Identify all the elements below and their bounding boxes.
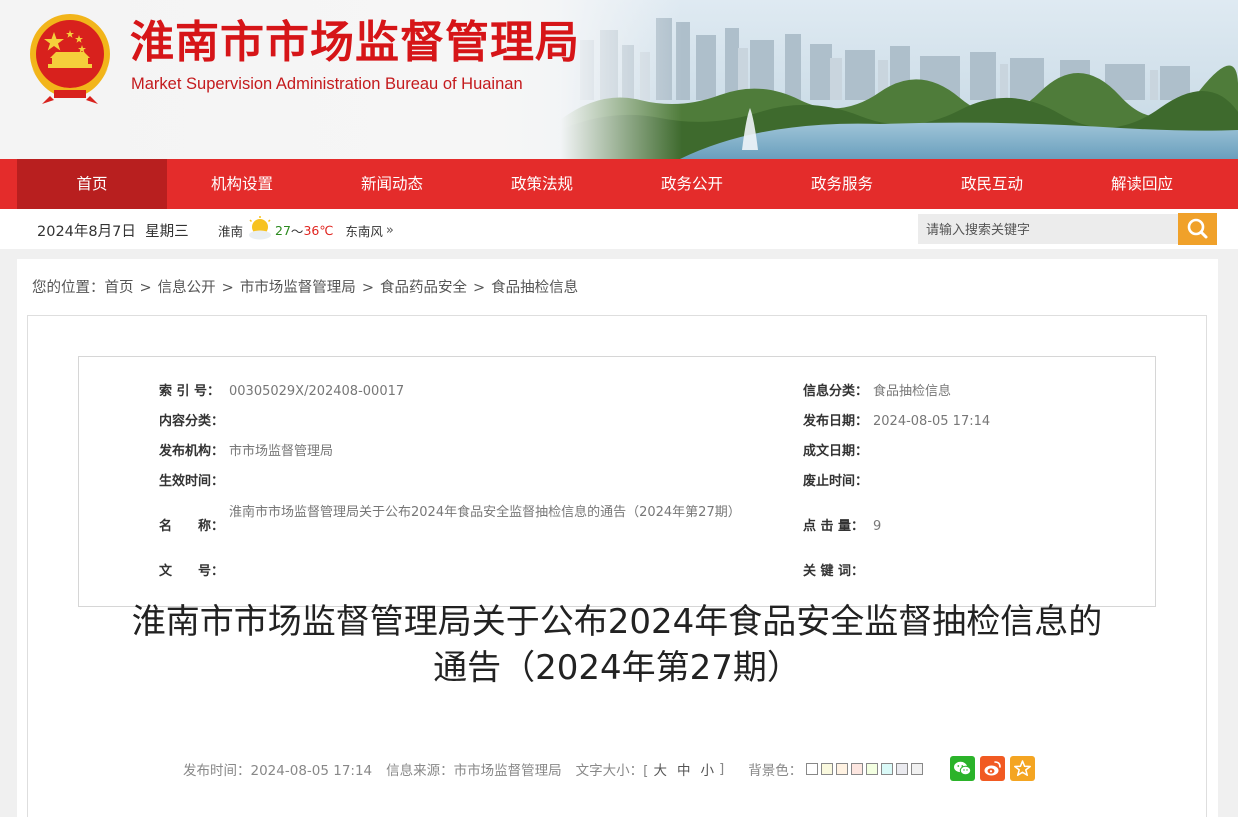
article-title-line2: 通告（2024年第27期） [433, 648, 801, 688]
meta-docno-label: 文 号： [159, 564, 225, 579]
meta-effective-label: 生效时间： [159, 474, 225, 489]
bg-swatch-7[interactable] [896, 762, 909, 775]
temp-separator: ～ [290, 224, 304, 239]
info-bar: 2024年8月7日 星期三 淮南 27 ～ 36℃ 东南风 » [0, 209, 1238, 249]
share-wechat-button[interactable] [950, 756, 976, 781]
weather-city: 淮南 [218, 224, 244, 239]
bg-swatch-2[interactable] [821, 762, 834, 775]
bg-swatch-1[interactable] [806, 762, 819, 775]
wechat-icon [954, 761, 972, 776]
font-size-close: ] [718, 760, 725, 777]
content-panel: 您的位置：首页 > 信息公开 > 市市场监督管理局 > 食品药品安全 > 食品抽检信息 索 引 … [17, 259, 1218, 817]
nav-item-home[interactable]: 首页 [17, 159, 167, 209]
meta-clicks-label: 点 击 量： [803, 519, 865, 534]
breadcrumb-separator: > [361, 280, 374, 296]
article-container: 索 引 号： 00305029X/202408-00017 信息分类： 食品抽检… [27, 315, 1207, 817]
sunny-cloud-icon [249, 215, 272, 239]
breadcrumb-separator: > [221, 280, 234, 296]
temp-low: 27 [275, 223, 291, 238]
font-size-label: 文字大小：[ [575, 762, 649, 779]
pub-source: 信息来源：市市场监督管理局 [386, 762, 562, 779]
breadcrumb: 您的位置：首页 > 信息公开 > 市市场监督管理局 > 食品药品安全 > 食品抽检信息 [32, 276, 578, 297]
meta-name-value: 淮南市市场监督管理局关于公布2024年食品安全监督抽检信息的通告（2024年第2… [229, 505, 741, 520]
search-button[interactable] [1178, 213, 1217, 245]
breadcrumb-separator: > [472, 280, 486, 296]
star-icon [1014, 760, 1032, 777]
nav-item-policy[interactable]: 政策法规 [467, 159, 617, 209]
meta-clicks-value: 9 [873, 519, 882, 534]
weekday-text: 星期三 [145, 224, 189, 240]
article-title: 淮南市市场监督管理局关于公布2024年食品安全监督抽检信息的 通告（2024年第… [28, 599, 1206, 691]
share-weibo-button[interactable] [980, 756, 1006, 781]
bg-swatch-6[interactable] [881, 762, 894, 775]
national-emblem-icon [30, 14, 110, 104]
bg-swatch-3[interactable] [836, 762, 849, 775]
meta-index-value: 00305029X/202408-00017 [229, 384, 405, 399]
breadcrumb-bureau[interactable]: 市市场监督管理局 [240, 280, 356, 296]
breadcrumb-info-open[interactable]: 信息公开 [158, 280, 216, 296]
wind-direction: 东南风 [345, 224, 383, 239]
meta-content-label: 内容分类： [159, 414, 225, 429]
site-title-cn: 淮南市市场监督管理局 [130, 17, 580, 68]
metadata-table: 索 引 号： 00305029X/202408-00017 信息分类： 食品抽检… [78, 356, 1156, 607]
city-skyline-icon [560, 0, 1238, 159]
pub-time: 发布时间：2024-08-05 17:14 [183, 762, 373, 779]
meta-name-label: 名 称： [159, 519, 225, 534]
nav-item-interaction[interactable]: 政民互动 [917, 159, 1067, 209]
meta-keywords-label: 关 键 词： [803, 564, 865, 579]
share-favorite-button[interactable] [1010, 756, 1036, 781]
article-title-line1: 淮南市市场监督管理局关于公布2024年食品安全监督抽检信息的 [131, 602, 1103, 642]
breadcrumb-separator: > [139, 280, 152, 296]
bg-color-swatches [806, 762, 926, 775]
current-date: 2024年8月7日 星期三 [37, 220, 189, 241]
bg-swatch-5[interactable] [866, 762, 879, 775]
meta-category-value: 食品抽检信息 [873, 384, 952, 399]
weather-more-icon[interactable]: » [386, 223, 394, 238]
font-size-small[interactable]: 小 [700, 759, 714, 779]
publication-bar: 发布时间：2024-08-05 17:14 信息来源：市市场监督管理局 文字大小… [183, 756, 1036, 781]
nav-item-interpretation[interactable]: 解读回应 [1067, 159, 1217, 209]
meta-org-label: 发布机构： [159, 444, 225, 459]
nav-item-gov-service[interactable]: 政务服务 [767, 159, 917, 209]
bg-swatch-4[interactable] [851, 762, 864, 775]
font-size-medium[interactable]: 中 [677, 759, 691, 779]
meta-expire-label: 废止时间： [803, 474, 869, 489]
bg-color-label: 背景色： [748, 762, 803, 779]
font-size-large[interactable]: 大 [653, 759, 667, 779]
meta-pubdate-value: 2024-08-05 17:14 [873, 414, 991, 429]
temp-high: 36℃ [303, 223, 334, 238]
nav-item-organization[interactable]: 机构设置 [167, 159, 317, 209]
date-text: 2024年8月7日 [37, 224, 136, 240]
breadcrumb-home[interactable]: 首页 [105, 280, 134, 296]
weather-widget[interactable]: 淮南 27 ～ 36℃ 东南风 » [218, 215, 394, 240]
site-title-en: Market Supervision Administration Bureau… [131, 75, 523, 93]
meta-written-label: 成文日期： [803, 444, 869, 459]
meta-category-label: 信息分类： [803, 384, 869, 399]
meta-org-value: 市市场监督管理局 [229, 444, 334, 459]
search-icon [1187, 218, 1208, 239]
main-nav: 首页 机构设置 新闻动态 政策法规 政务公开 政务服务 政民互动 解读回应 [0, 159, 1238, 209]
search-input[interactable] [918, 214, 1178, 244]
nav-item-gov-open[interactable]: 政务公开 [617, 159, 767, 209]
breadcrumb-food-inspection[interactable]: 食品抽检信息 [491, 280, 578, 296]
weibo-icon [984, 761, 1002, 776]
breadcrumb-food-drug[interactable]: 食品药品安全 [380, 280, 467, 296]
nav-item-news[interactable]: 新闻动态 [317, 159, 467, 209]
meta-index-label: 索 引 号： [159, 384, 221, 399]
meta-pubdate-label: 发布日期： [803, 414, 869, 429]
breadcrumb-prefix: 您的位置： [32, 280, 105, 296]
site-header: 淮南市市场监督管理局 Market Supervision Administra… [0, 0, 1238, 159]
bg-swatch-8[interactable] [911, 762, 924, 775]
